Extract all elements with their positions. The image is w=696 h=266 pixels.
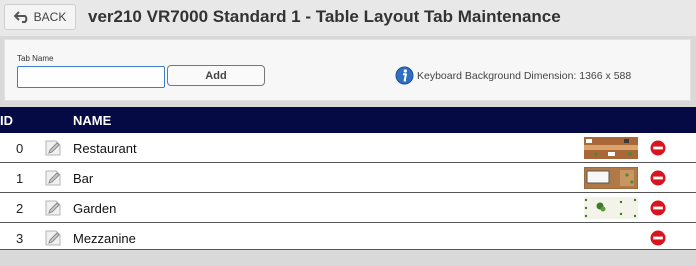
delete-icon[interactable]: [650, 140, 666, 156]
table-row: 0 Restaurant: [0, 133, 696, 163]
row-name: Restaurant: [73, 141, 137, 156]
add-button[interactable]: Add: [167, 65, 265, 86]
tab-name-label: Tab Name: [17, 54, 54, 63]
delete-icon[interactable]: [650, 170, 666, 186]
row-name: Bar: [73, 171, 94, 186]
info-icon: [395, 66, 414, 85]
table-row: 1 Bar: [0, 163, 696, 193]
row-id: 1: [16, 171, 24, 186]
top-bar: BACK ver210 VR7000 Standard 1 - Table La…: [0, 0, 696, 36]
table-row: 2 Garden: [0, 193, 696, 223]
back-arrow-icon: [13, 11, 27, 23]
tabs-table: ID NAME 0 Restaurant 1 Bar 2 Garden 3 Me…: [0, 107, 696, 250]
info-text: Keyboard Background Dimension: 1366 x 58…: [417, 69, 632, 82]
row-id: 2: [16, 201, 24, 216]
edit-icon[interactable]: [44, 229, 62, 247]
table-header: ID NAME: [0, 107, 696, 133]
column-header-id: ID: [0, 113, 13, 128]
delete-icon[interactable]: [650, 200, 666, 216]
row-id: 3: [16, 231, 24, 246]
add-tab-panel: Tab Name Add Keyboard Background Dimensi…: [4, 39, 691, 101]
back-button-label: BACK: [33, 10, 67, 24]
column-header-name: NAME: [73, 113, 112, 128]
bar-layout-thumbnail: [584, 167, 638, 189]
row-id: 0: [16, 141, 24, 156]
row-name: Mezzanine: [73, 231, 136, 246]
page-title: ver210 VR7000 Standard 1 - Table Layout …: [88, 7, 561, 26]
edit-icon[interactable]: [44, 199, 62, 217]
back-button[interactable]: BACK: [4, 4, 76, 30]
edit-icon[interactable]: [44, 139, 62, 157]
tab-name-input[interactable]: [17, 66, 165, 88]
garden-layout-thumbnail: [584, 197, 638, 219]
keyboard-dimension-info: Keyboard Background Dimension: 1366 x 58…: [395, 66, 631, 85]
restaurant-layout-thumbnail: [584, 137, 638, 159]
table-row: 3 Mezzanine: [0, 223, 696, 250]
row-name: Garden: [73, 201, 117, 216]
edit-icon[interactable]: [44, 169, 62, 187]
delete-icon[interactable]: [650, 230, 666, 246]
